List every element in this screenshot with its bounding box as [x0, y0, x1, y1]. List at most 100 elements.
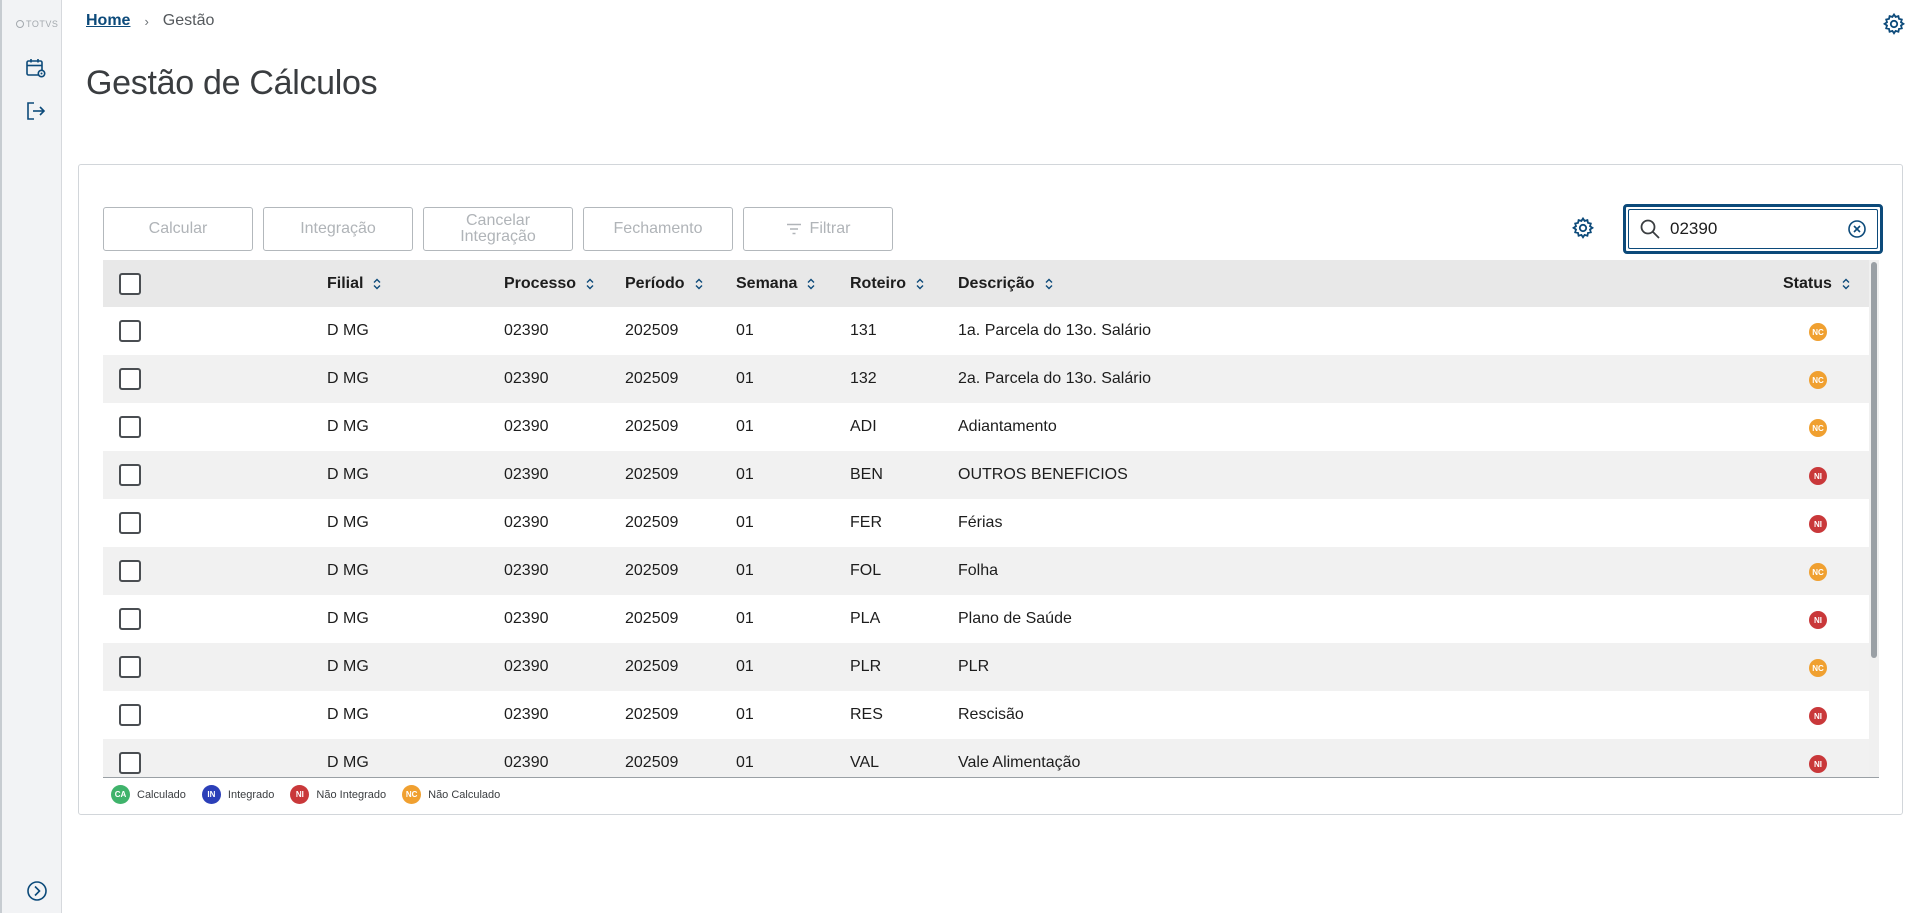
legend-item: IN Integrado — [201, 785, 274, 804]
row-checkbox[interactable] — [119, 560, 141, 582]
sidebar-item-logout[interactable] — [23, 98, 49, 124]
status-badge: NC — [1809, 563, 1827, 581]
column-label: Filial — [327, 275, 364, 292]
column-header-processo[interactable]: Processo — [504, 275, 594, 293]
integracao-label: Integração — [300, 220, 376, 237]
logo-text: TOTVS — [26, 19, 59, 29]
status-badge: NI — [1809, 707, 1827, 725]
table-settings-button[interactable] — [1571, 216, 1595, 245]
cell-processo: 02390 — [504, 562, 549, 579]
column-header-filial[interactable]: Filial — [327, 275, 381, 293]
legend-label: Calculado — [137, 788, 186, 801]
select-all-checkbox[interactable] — [119, 273, 141, 295]
logout-icon — [27, 102, 46, 120]
cell-descricao: 1a. Parcela do 13o. Salário — [958, 322, 1152, 339]
column-header-descricao[interactable]: Descrição — [958, 275, 1053, 293]
filtrar-button[interactable]: Filtrar — [743, 207, 893, 251]
sort-icon — [373, 278, 381, 290]
integracao-button[interactable]: Integração — [263, 207, 413, 251]
cell-descricao: Plano de Saúde — [958, 610, 1072, 627]
cell-roteiro: PLR — [850, 658, 882, 675]
cell-periodo: 202509 — [625, 514, 679, 531]
status-badge: NI — [1809, 755, 1827, 773]
cell-processo: 02390 — [504, 514, 549, 531]
table-scrollbar[interactable] — [1869, 260, 1879, 777]
main-panel: Calcular Integração Cancelar Integração … — [78, 164, 1903, 815]
legend-badge: NI — [290, 785, 310, 804]
cell-roteiro: 132 — [850, 370, 877, 387]
column-header-periodo[interactable]: Período — [625, 275, 703, 293]
sort-icon — [695, 278, 703, 290]
settings-button[interactable] — [1882, 12, 1906, 41]
table-row[interactable]: D MG 02390 202509 01 ADI Adiantamento NC — [103, 403, 1869, 451]
clear-search-button[interactable] — [1847, 219, 1867, 244]
expand-sidebar-button[interactable] — [26, 880, 48, 907]
table-row[interactable]: D MG 02390 202509 01 132 2a. Parcela do 13o. … — [103, 355, 1869, 403]
table-row[interactable]: D MG 02390 202509 01 FER Férias NI — [103, 499, 1869, 547]
search-field[interactable] — [1623, 204, 1883, 254]
cell-processo: 02390 — [504, 418, 549, 435]
column-label: Período — [625, 275, 685, 292]
filter-icon — [786, 223, 801, 235]
table-row[interactable]: D MG 02390 202509 01 RES Rescisão NI — [103, 691, 1869, 739]
cell-descricao: Folha — [958, 562, 999, 579]
row-checkbox[interactable] — [119, 704, 141, 726]
search-input[interactable] — [1670, 217, 1840, 241]
legend-badge: IN — [201, 785, 221, 804]
logo-icon — [16, 20, 24, 28]
breadcrumb-current: Gestão — [162, 12, 215, 29]
row-checkbox[interactable] — [119, 608, 141, 630]
cell-semana: 01 — [736, 562, 754, 579]
sidebar-item-calendar-settings[interactable] — [23, 55, 49, 81]
fechamento-button[interactable]: Fechamento — [583, 207, 733, 251]
cell-descricao: Férias — [958, 514, 1003, 531]
page-title: Gestão de Cálculos — [86, 64, 378, 102]
table-row[interactable]: D MG 02390 202509 01 FOL Folha NC — [103, 547, 1869, 595]
calcular-button[interactable]: Calcular — [103, 207, 253, 251]
cell-roteiro: VAL — [850, 754, 880, 771]
table-row[interactable]: D MG 02390 202509 01 BEN OUTROS BENEFICIOS NI — [103, 451, 1869, 499]
breadcrumb-home-link[interactable]: Home — [86, 12, 130, 30]
status-badge: NC — [1809, 371, 1827, 389]
row-checkbox[interactable] — [119, 512, 141, 534]
column-label: Semana — [736, 275, 798, 292]
column-header-status[interactable]: Status — [1783, 275, 1850, 293]
row-checkbox[interactable] — [119, 752, 141, 774]
filtrar-label: Filtrar — [809, 220, 851, 237]
cell-periodo: 202509 — [625, 562, 679, 579]
row-checkbox[interactable] — [119, 320, 141, 342]
cell-processo: 02390 — [504, 370, 549, 387]
row-checkbox[interactable] — [119, 368, 141, 390]
breadcrumb: Home › Gestão — [86, 12, 214, 30]
cell-filial: D MG — [327, 370, 369, 387]
cell-periodo: 202509 — [625, 658, 679, 675]
table-row[interactable]: D MG 02390 202509 01 PLA Plano de Saúde NI — [103, 595, 1869, 643]
legend-item: NI Não Integrado — [290, 785, 386, 804]
cell-periodo: 202509 — [625, 754, 679, 771]
table-row[interactable]: D MG 02390 202509 01 VAL Vale Alimentação NI — [103, 739, 1869, 777]
sort-icon — [916, 278, 924, 290]
close-circle-icon — [1848, 220, 1866, 238]
cancelar-label-line2: Integração — [460, 228, 536, 245]
cell-semana: 01 — [736, 322, 754, 339]
sort-icon — [1842, 278, 1850, 290]
cell-roteiro: ADI — [850, 418, 877, 435]
row-checkbox[interactable] — [119, 464, 141, 486]
cancelar-integracao-button[interactable]: Cancelar Integração — [423, 207, 573, 251]
table-row[interactable]: D MG 02390 202509 01 131 1a. Parcela do 13o. … — [103, 307, 1869, 355]
row-checkbox[interactable] — [119, 656, 141, 678]
cell-periodo: 202509 — [625, 370, 679, 387]
column-header-semana[interactable]: Semana — [736, 275, 815, 293]
cell-filial: D MG — [327, 706, 369, 723]
row-checkbox[interactable] — [119, 416, 141, 438]
cell-descricao: 2a. Parcela do 13o. Salário — [958, 370, 1152, 387]
cell-roteiro: PLA — [850, 610, 881, 627]
table-row[interactable]: D MG 02390 202509 01 PLR PLR NC — [103, 643, 1869, 691]
gear-icon — [1571, 216, 1595, 239]
totvs-logo: TOTVS — [16, 19, 58, 29]
cell-roteiro: FER — [850, 514, 882, 531]
column-header-roteiro[interactable]: Roteiro — [850, 275, 924, 293]
cell-periodo: 202509 — [625, 418, 679, 435]
scrollbar-thumb[interactable] — [1871, 262, 1877, 658]
cell-processo: 02390 — [504, 466, 549, 483]
